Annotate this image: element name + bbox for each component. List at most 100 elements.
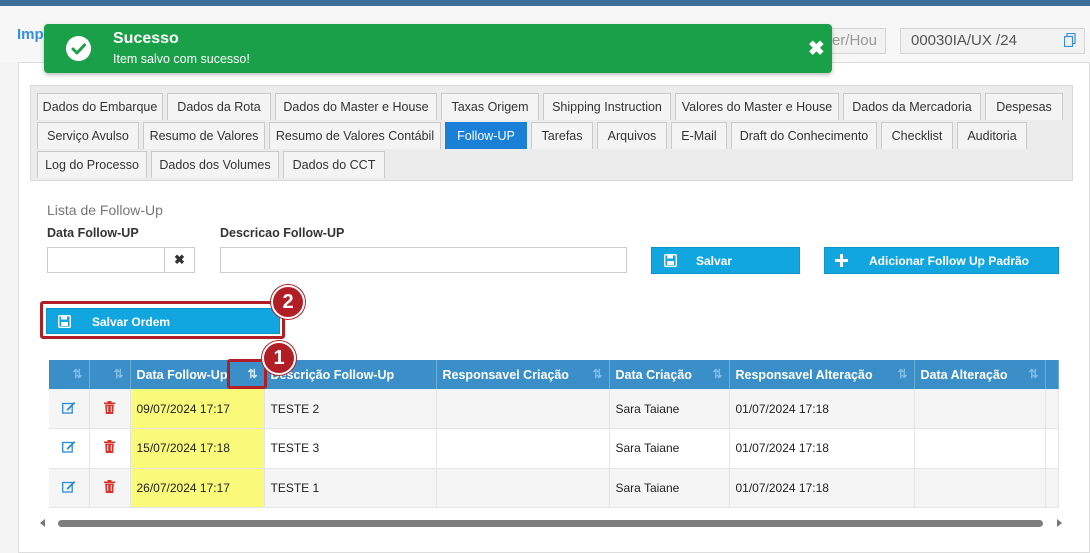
date-input[interactable]: [47, 247, 165, 273]
delete-cell: [89, 389, 131, 429]
cell-changed-at: [914, 389, 1046, 429]
trash-icon[interactable]: [104, 400, 115, 414]
cell-changed-by: 01/07/2024 17:18: [729, 428, 915, 469]
edit-cell: [49, 468, 90, 508]
cell-created-by: [436, 428, 610, 469]
floppy-disk-icon: [664, 254, 677, 267]
tab-dados-master-house[interactable]: Dados do Master e House: [275, 93, 437, 120]
save-button[interactable]: Salvar: [651, 247, 800, 274]
cell-changed-at: [914, 468, 1046, 508]
annotation-marker-2: 2: [271, 285, 305, 319]
column-header-label: Data Criação: [615, 367, 692, 382]
toast-title: Sucesso: [113, 30, 179, 47]
cell-description: TESTE 3: [264, 428, 437, 469]
tab-resumo-valores-contabil[interactable]: Resumo de Valores Contábil: [269, 122, 441, 149]
tab-servico-avulso[interactable]: Serviço Avulso: [37, 122, 139, 149]
tab-arquivos[interactable]: Arquivos: [597, 122, 667, 149]
save-order-label: Salvar Ordem: [92, 315, 171, 329]
cell-extra: [1045, 389, 1059, 429]
tab-shipping-instruction[interactable]: Shipping Instruction: [543, 93, 671, 120]
cell-created-at: Sara Taiane: [609, 389, 730, 429]
cell-changed-at: [914, 428, 1046, 469]
column-header-label: Data Follow-Up: [136, 367, 228, 382]
cell-created-by: [436, 468, 610, 508]
clear-date-button[interactable]: ✖: [164, 247, 195, 273]
success-toast: Sucesso Item salvo com sucesso! ✖: [44, 24, 832, 73]
description-input[interactable]: [220, 247, 627, 273]
column-header-extra: [1045, 360, 1059, 389]
sort-icon: ⇅: [113, 367, 124, 381]
date-label: Data Follow-UP: [47, 226, 139, 240]
delete-cell: [89, 468, 131, 508]
cell-date-followup: 15/07/2024 17:18: [130, 428, 265, 469]
scroll-left-icon[interactable]: [40, 519, 45, 527]
tab-checklist[interactable]: Checklist: [881, 122, 953, 149]
tab-dados-cct[interactable]: Dados do CCT: [283, 151, 385, 178]
cell-created-by: [436, 389, 610, 429]
edit-icon[interactable]: [61, 440, 76, 453]
save-order-button[interactable]: Salvar Ordem: [46, 308, 280, 334]
add-default-followup-label: Adicionar Follow Up Padrão: [869, 254, 1030, 268]
plus-icon: [835, 254, 848, 267]
tab-email[interactable]: E-Mail: [671, 122, 727, 149]
toast-message: Item salvo com sucesso!: [113, 52, 250, 66]
edit-icon[interactable]: [61, 401, 76, 414]
tab-log-processo[interactable]: Log do Processo: [37, 151, 147, 178]
trash-icon[interactable]: [104, 479, 115, 493]
column-header-created-by[interactable]: Responsavel Criação ⇅: [436, 360, 610, 389]
check-circle-icon: [66, 36, 91, 61]
tab-auditoria[interactable]: Auditoria: [957, 122, 1027, 149]
column-header-created-at[interactable]: Data Criação ⇅: [609, 360, 730, 389]
table-row: 26/07/2024 17:17 TESTE 1 Sara Taiane 01/…: [49, 468, 1059, 508]
cell-extra: [1045, 428, 1059, 469]
copy-icon[interactable]: [1064, 33, 1076, 47]
followup-table: ⇅ ⇅ Data Follow-Up ⇅ Descrição Follow-Up …: [49, 360, 1059, 508]
column-header-delete[interactable]: ⇅: [89, 360, 131, 389]
trash-icon[interactable]: [104, 440, 115, 454]
section-title: Lista de Follow-Up: [47, 202, 163, 218]
column-header-edit[interactable]: ⇅: [49, 360, 90, 389]
cell-date-followup: 09/07/2024 17:17: [130, 389, 265, 429]
tab-resumo-valores[interactable]: Resumo de Valores: [143, 122, 265, 149]
tab-tarefas[interactable]: Tarefas: [531, 122, 593, 149]
process-number-field[interactable]: 00030IA/UX /24: [900, 28, 1085, 54]
table-header-row: ⇅ ⇅ Data Follow-Up ⇅ Descrição Follow-Up …: [49, 360, 1059, 389]
sort-icon: ⇅: [712, 367, 723, 381]
description-label: Descricao Follow-UP: [220, 226, 345, 240]
scrollbar-thumb[interactable]: [58, 520, 1043, 527]
edit-cell: [49, 428, 90, 469]
tab-dados-embarque[interactable]: Dados do Embarque: [37, 93, 163, 120]
column-header-label: Data Alteração: [920, 367, 1008, 382]
column-header-label: Responsavel Alteração: [735, 367, 873, 382]
edit-icon[interactable]: [61, 480, 76, 493]
sort-icon: ⇅: [897, 367, 908, 381]
sort-icon: ⇅: [1028, 367, 1039, 381]
cell-created-at: Sara Taiane: [609, 428, 730, 469]
cell-date-followup: 26/07/2024 17:17: [130, 468, 265, 508]
column-header-changed-by[interactable]: Responsavel Alteração ⇅: [729, 360, 915, 389]
tab-dados-volumes[interactable]: Dados dos Volumes: [151, 151, 279, 178]
tab-dados-mercadoria[interactable]: Dados da Mercadoria: [843, 93, 981, 120]
horizontal-scrollbar[interactable]: [40, 517, 1062, 529]
tab-taxas-origem[interactable]: Taxas Origem: [441, 93, 539, 120]
close-icon[interactable]: ✖: [808, 36, 825, 61]
cell-created-at: Sara Taiane: [609, 468, 730, 508]
tab-valores-master-house[interactable]: Valores do Master e House: [675, 93, 839, 120]
tab-follow-up[interactable]: Follow-UP: [445, 122, 527, 149]
table-row: 09/07/2024 17:17 TESTE 2 Sara Taiane 01/…: [49, 389, 1059, 429]
add-default-followup-button[interactable]: Adicionar Follow Up Padrão: [824, 247, 1059, 274]
sort-icon: ⇅: [72, 367, 83, 381]
save-button-label: Salvar: [696, 254, 733, 268]
tab-dados-rota[interactable]: Dados da Rota: [167, 93, 271, 120]
cell-changed-by: 01/07/2024 17:18: [729, 389, 915, 429]
annotation-marker-1: 1: [262, 341, 296, 375]
column-header-changed-at[interactable]: Data Alteração ⇅: [914, 360, 1046, 389]
scroll-right-icon[interactable]: [1057, 519, 1062, 527]
cell-extra: [1045, 468, 1059, 508]
table-row: 15/07/2024 17:18 TESTE 3 Sara Taiane 01/…: [49, 428, 1059, 469]
tab-draft-conhecimento[interactable]: Draft do Conhecimento: [731, 122, 877, 149]
delete-cell: [89, 428, 131, 469]
column-header-label: Responsavel Criação: [442, 367, 569, 382]
edit-cell: [49, 389, 90, 429]
tab-despesas[interactable]: Despesas: [985, 93, 1063, 120]
